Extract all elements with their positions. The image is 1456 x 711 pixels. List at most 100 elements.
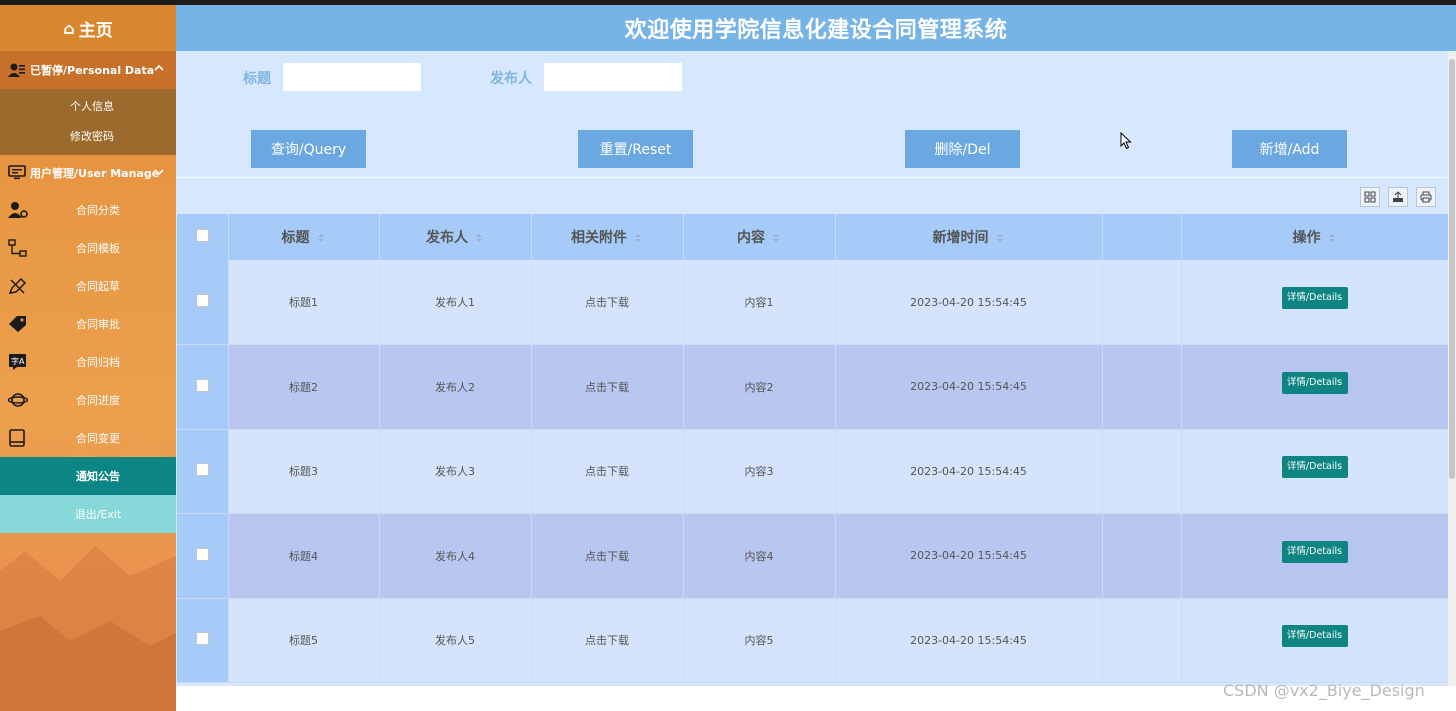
row-checkbox[interactable] <box>195 463 209 477</box>
row-checkbox[interactable] <box>195 378 209 392</box>
column-header-publisher[interactable]: 发布人 <box>379 214 532 260</box>
watermark: CSDN @vx2_Biye_Design <box>1223 681 1425 700</box>
column-header-label: 发布人 <box>426 230 468 246</box>
search-title-label: 标题 <box>243 71 271 87</box>
cell-title: 标题5 <box>228 598 380 683</box>
table-row: 标题2 发布人2 点击下载 内容2 2023-04-20 15:54:45 详情… <box>177 344 1449 430</box>
cell-content: 内容3 <box>683 429 836 514</box>
row-select-cell <box>177 598 229 683</box>
grid-icon <box>1364 191 1376 203</box>
nav-contract-archive[interactable]: 字A 合同归档 <box>0 343 176 381</box>
nav-contract-progress[interactable]: 合同进度 <box>0 381 176 419</box>
tag-icon <box>9 316 26 332</box>
menu-personal-label: 已暂停/Personal Data <box>30 64 155 77</box>
planet-icon <box>8 393 28 407</box>
cell-attachment-download[interactable]: 点击下载 <box>531 344 684 430</box>
nav-contract-template[interactable]: 合同模板 <box>0 229 176 267</box>
cell-content: 内容4 <box>683 513 836 599</box>
cell-blank <box>1102 598 1182 683</box>
vertical-scrollbar[interactable] <box>1448 51 1456 686</box>
home-icon: ⌂ <box>63 18 75 38</box>
column-header-attachment[interactable]: 相关附件 <box>531 214 684 260</box>
export-button[interactable] <box>1388 187 1408 207</box>
cell-publisher: 发布人2 <box>379 344 532 430</box>
nav-contract-draft[interactable]: 合同起草 <box>0 267 176 305</box>
column-header-action[interactable]: 操作 <box>1181 214 1449 260</box>
add-button[interactable]: 新增/Add <box>1232 130 1347 168</box>
columns-toggle-button[interactable] <box>1360 187 1380 207</box>
cell-content: 内容5 <box>683 598 836 683</box>
sort-icon <box>635 234 641 242</box>
row-checkbox[interactable] <box>195 547 209 561</box>
nav-contract-change[interactable]: 合同变更 <box>0 419 176 457</box>
print-button[interactable] <box>1416 187 1436 207</box>
cell-time: 2023-04-20 15:54:45 <box>835 429 1103 514</box>
cell-blank <box>1102 344 1182 430</box>
column-header-content[interactable]: 内容 <box>683 214 836 260</box>
search-publisher-input[interactable] <box>544 63 682 91</box>
cell-action: 详情/Details <box>1181 260 1449 345</box>
cell-attachment-download[interactable]: 点击下载 <box>531 513 684 599</box>
monitor-icon <box>8 165 26 180</box>
cell-time: 2023-04-20 15:54:45 <box>835 513 1103 599</box>
row-select-cell <box>177 344 229 430</box>
cell-title: 标题3 <box>228 429 380 514</box>
sort-icon <box>317 234 324 242</box>
cell-time: 2023-04-20 15:54:45 <box>835 598 1103 683</box>
home-link[interactable]: ⌂ 主页 <box>0 5 176 51</box>
column-header-time[interactable]: 新增时间 <box>835 214 1103 260</box>
sort-icon <box>996 234 1003 242</box>
pencil-ruler-icon <box>8 277 27 294</box>
nav-exit[interactable]: 退出/Exit <box>0 495 176 533</box>
submenu-change-password[interactable]: 修改密码 <box>0 122 176 152</box>
row-checkbox[interactable] <box>195 294 209 307</box>
details-button[interactable]: 详情/Details <box>1281 456 1348 479</box>
column-header-label: 新增时间 <box>932 230 989 246</box>
nav-contract-category[interactable]: 合同分类 <box>0 191 176 229</box>
row-checkbox[interactable] <box>195 632 209 646</box>
chevron-down-icon <box>154 169 164 176</box>
table-row: 标题5 发布人5 点击下载 内容5 2023-04-20 15:54:45 详情… <box>177 598 1449 683</box>
nav-notice[interactable]: 通知公告 <box>0 457 176 495</box>
nav-contract-approval[interactable]: 合同审批 <box>0 305 176 343</box>
cell-publisher: 发布人5 <box>379 598 532 683</box>
nav-notice-label: 通知公告 <box>76 470 120 483</box>
cell-content: 内容2 <box>683 344 836 430</box>
sitemap-icon <box>8 239 27 257</box>
cell-action: 详情/Details <box>1181 598 1449 683</box>
details-button[interactable]: 详情/Details <box>1281 625 1348 648</box>
details-button[interactable]: 详情/Details <box>1281 371 1348 394</box>
export-icon <box>1393 191 1403 202</box>
details-button[interactable]: 详情/Details <box>1281 287 1348 309</box>
search-title-input[interactable] <box>283 63 421 91</box>
cell-time: 2023-04-20 15:54:45 <box>835 344 1103 430</box>
row-select-cell <box>177 260 229 345</box>
search-publisher-label: 发布人 <box>490 71 532 87</box>
cell-action: 详情/Details <box>1181 513 1449 599</box>
query-button[interactable]: 查询/Query <box>251 130 366 168</box>
sort-icon <box>1328 234 1335 242</box>
mouse-cursor-icon <box>1120 132 1132 150</box>
cell-time: 2023-04-20 15:54:45 <box>835 260 1103 345</box>
select-all-checkbox[interactable] <box>195 228 209 242</box>
row-select-cell <box>177 513 229 599</box>
scrollbar-thumb[interactable] <box>1449 59 1455 479</box>
reset-button[interactable]: 重置/Reset <box>578 130 693 168</box>
submenu-personal-info[interactable]: 个人信息 <box>0 92 176 122</box>
column-header-label: 相关附件 <box>571 230 627 246</box>
details-button[interactable]: 详情/Details <box>1281 540 1348 563</box>
sort-icon <box>773 234 779 242</box>
page-title: 欢迎使用学院信息化建设合同管理系统 <box>176 5 1456 51</box>
cell-attachment-download[interactable]: 点击下载 <box>531 598 684 683</box>
cell-attachment-download[interactable]: 点击下载 <box>531 260 684 345</box>
column-header-title[interactable]: 标题 <box>228 214 380 260</box>
cell-attachment-download[interactable]: 点击下载 <box>531 429 684 514</box>
menu-user-manage-label: 用户管理/User Manage <box>30 167 160 180</box>
menu-personal-data[interactable]: 已暂停/Personal Data <box>0 51 176 89</box>
user-card-icon <box>8 63 25 77</box>
home-label: 主页 <box>78 20 113 41</box>
cell-action: 详情/Details <box>1181 429 1449 514</box>
sidebar: ⌂ 主页 已暂停/Personal Data 个人信息 修改密码 用户管理/Us… <box>0 5 176 711</box>
delete-button[interactable]: 删除/Del <box>905 130 1020 168</box>
menu-user-manage[interactable]: 用户管理/User Manage <box>0 155 176 191</box>
